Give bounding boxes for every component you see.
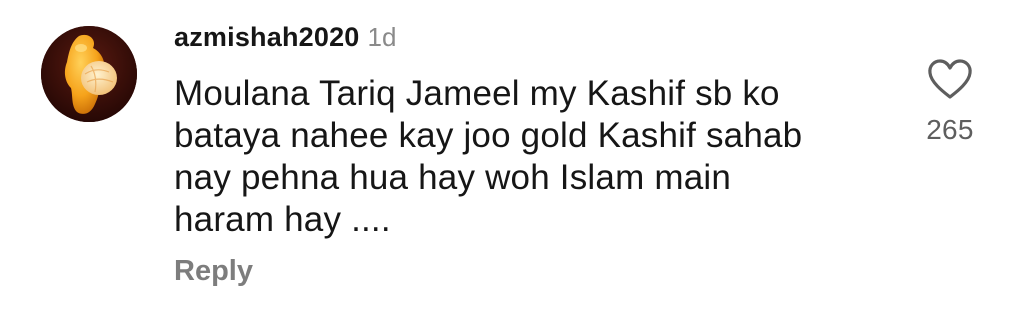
comment-text-line: bataya nahee kay joo gold Kashif sahab [174,116,803,155]
orange-avatar-icon [41,26,137,122]
comment-text-line: Moulana Tariq Jameel my Kashif sb ko [174,74,780,113]
comment-text: Moulana Tariq Jameel my Kashif sb ko bat… [174,73,874,241]
comment-item: azmishah2020 1d Moulana Tariq Jameel my … [0,0,1024,315]
like-control: 265 [900,58,1000,146]
comment-timestamp: 1d [367,22,397,52]
heart-outline-icon[interactable] [927,58,973,100]
reply-button[interactable]: Reply [174,255,253,288]
user-avatar[interactable] [41,26,137,122]
comment-text-line: haram hay .... [174,200,391,239]
like-count: 265 [926,114,974,145]
username[interactable]: azmishah2020 [174,22,360,53]
comment-header: azmishah2020 1d [174,22,396,54]
comment-text-line: nay pehna hua hay woh Islam main [174,158,732,197]
